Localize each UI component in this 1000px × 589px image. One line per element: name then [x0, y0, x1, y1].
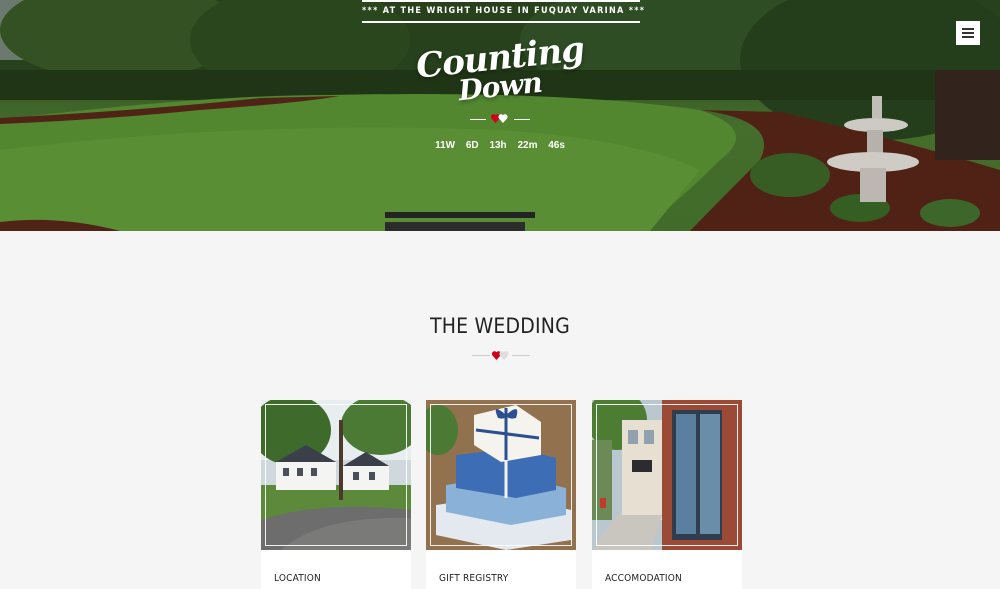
divider-line-right — [512, 355, 530, 356]
countdown-hours: 13h — [489, 140, 507, 151]
section-hearts-divider — [472, 349, 530, 363]
divider-line-right — [514, 119, 530, 120]
countdown-seconds: 46s — [548, 140, 565, 151]
card-location[interactable]: LOCATION — [261, 400, 411, 589]
tagline-banner: *** AT THE WRIGHT HOUSE IN FUQUAY VARINA… — [362, 0, 646, 24]
countdown-timer: 11W 6D 13h 22m 46s — [430, 140, 570, 151]
card-accomodation[interactable]: ACCOMODATION — [592, 400, 742, 589]
tagline-text: *** AT THE WRIGHT HOUSE IN FUQUAY VARINA… — [362, 6, 646, 16]
countdown-weeks: 11W — [435, 140, 456, 151]
gift-boxes-photo — [426, 400, 576, 550]
storefront-street-photo — [592, 400, 742, 550]
thumb-frame — [430, 404, 572, 546]
section-title: THE WEDDING — [430, 314, 570, 338]
menu-button[interactable] — [956, 21, 980, 45]
thumb-frame — [596, 404, 738, 546]
divider-line-left — [472, 355, 490, 356]
thumb-frame — [265, 404, 407, 546]
divider-line-left — [470, 119, 486, 120]
card-label[interactable]: LOCATION — [274, 573, 321, 584]
tagline-top-rule — [362, 0, 640, 2]
card-label[interactable]: GIFT REGISTRY — [439, 573, 508, 584]
hero-banner: *** AT THE WRIGHT HOUSE IN FUQUAY VARINA… — [0, 0, 1000, 231]
hearts-icon — [492, 351, 509, 360]
countdown-minutes: 22m — [517, 140, 538, 151]
card-label[interactable]: ACCOMODATION — [605, 573, 682, 584]
card-gift-registry[interactable]: GIFT REGISTRY — [426, 400, 576, 589]
countdown-days: 6D — [465, 140, 479, 151]
house-photo — [261, 400, 411, 550]
tagline-bottom-rule — [362, 21, 640, 23]
hearts-icon — [491, 114, 508, 123]
hero-hearts-divider — [470, 112, 530, 126]
